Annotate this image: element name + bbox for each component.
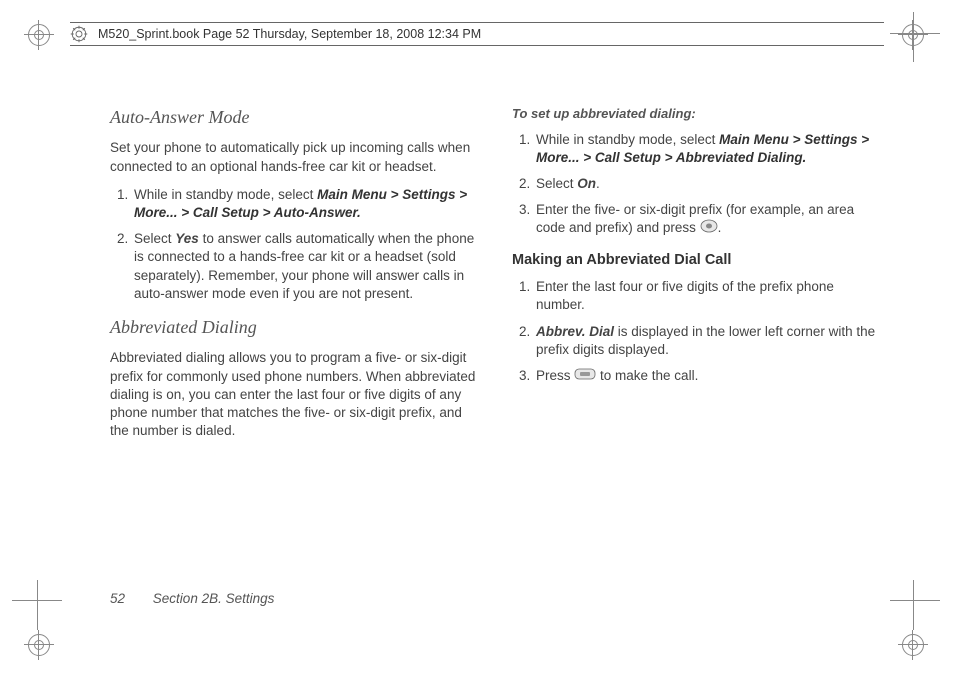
steps-setup-abbrev: While in standby mode, select Main Menu … [512, 131, 884, 239]
steps-auto-answer: While in standby mode, select Main Menu … [110, 186, 482, 303]
gear-icon [70, 25, 88, 43]
option-on: On [577, 176, 596, 191]
list-item: While in standby mode, select Main Menu … [534, 131, 884, 167]
crop-line [913, 12, 914, 62]
step-text: Select [134, 231, 175, 246]
step-text: Press [536, 368, 574, 383]
crop-line [37, 580, 38, 630]
crop-mark-icon [902, 24, 922, 44]
crop-line [890, 600, 940, 601]
heading-making-call: Making an Abbreviated Dial Call [512, 251, 884, 271]
label-abbrev-dial: Abbrev. Dial [536, 324, 614, 339]
header-text: M520_Sprint.book Page 52 Thursday, Septe… [98, 27, 481, 41]
page-footer: 52 Section 2B. Settings [110, 591, 274, 606]
list-item: Abbrev. Dial is displayed in the lower l… [534, 323, 884, 359]
crop-mark-icon [902, 634, 922, 654]
list-item: While in standby mode, select Main Menu … [132, 186, 482, 222]
step-text: Enter the last four or five digits of th… [536, 279, 834, 312]
list-item: Select On. [534, 175, 884, 193]
talk-key-icon [574, 367, 596, 386]
crop-mark-icon [28, 24, 48, 44]
list-item: Enter the last four or five digits of th… [534, 278, 884, 314]
lead-in: To set up abbreviated dialing: [512, 105, 884, 123]
crop-mark-icon [28, 634, 48, 654]
list-item: Enter the five- or six-digit prefix (for… [534, 201, 884, 238]
page-number: 52 [110, 591, 125, 606]
left-column: Auto-Answer Mode Set your phone to autom… [110, 105, 482, 612]
page-content: Auto-Answer Mode Set your phone to autom… [110, 105, 884, 612]
step-text: While in standby mode, select [134, 187, 317, 202]
step-text: While in standby mode, select [536, 132, 719, 147]
list-item: Select Yes to answer calls automatically… [132, 230, 482, 303]
heading-auto-answer: Auto-Answer Mode [110, 105, 482, 129]
step-text: to make the call. [596, 368, 698, 383]
right-column: To set up abbreviated dialing: While in … [512, 105, 884, 612]
para: Set your phone to automatically pick up … [110, 139, 482, 175]
ok-key-icon [700, 219, 718, 238]
step-text: Select [536, 176, 577, 191]
page-header: M520_Sprint.book Page 52 Thursday, Septe… [70, 22, 884, 46]
heading-abbrev-dialing: Abbreviated Dialing [110, 315, 482, 339]
crop-line [890, 33, 940, 34]
steps-make-call: Enter the last four or five digits of th… [512, 278, 884, 386]
section-label: Section 2B. Settings [153, 591, 275, 606]
list-item: Press to make the call. [534, 367, 884, 386]
para: Abbreviated dialing allows you to progra… [110, 349, 482, 440]
step-text: Enter the five- or six-digit prefix (for… [536, 202, 854, 235]
step-text: . [718, 221, 722, 236]
step-text: . [596, 176, 600, 191]
option-yes: Yes [175, 231, 199, 246]
crop-line [913, 580, 914, 630]
